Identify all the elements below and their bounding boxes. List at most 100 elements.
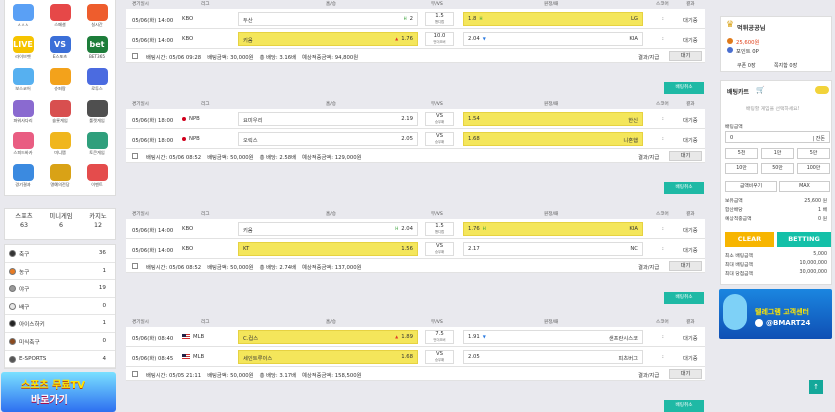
draw-cell[interactable]: 1.5 핸디캡 xyxy=(425,222,454,236)
menu-baccarat[interactable]: 스피드바카 xyxy=(9,131,37,159)
reset-amount-button[interactable]: 금액비우기 xyxy=(725,181,777,192)
wait-button[interactable]: 대기 xyxy=(669,51,702,61)
superpang-icon xyxy=(49,68,71,85)
clear-button[interactable]: CLEAR xyxy=(725,232,774,247)
away-odds-cell[interactable]: 2.05 피츠버그 xyxy=(463,350,643,364)
quick-amount-button[interactable]: 5만 xyxy=(797,148,830,159)
select-checkbox[interactable] xyxy=(132,153,138,159)
match-time: 05/06(화) 14:00 xyxy=(132,248,174,254)
menu-trophy[interactable]: 명예의전당 xyxy=(46,163,74,191)
home-odds-cell[interactable]: 세인트루이스 1.68 xyxy=(238,350,418,364)
home-odds-cell[interactable]: 키움 H 2.04 xyxy=(238,222,418,236)
select-checkbox[interactable] xyxy=(132,263,138,269)
sport-item[interactable]: E-SPORTS 4 xyxy=(5,351,115,369)
sport-item[interactable]: 농구 1 xyxy=(5,263,115,281)
home-team: 두산 xyxy=(243,18,253,24)
home-odds-cell[interactable]: 키움 ▲ 1.76 xyxy=(238,32,418,46)
away-odds-cell[interactable]: 1.76 H KIA xyxy=(463,222,643,236)
away-odds: 1.76 H xyxy=(468,226,486,232)
cancel-bet-button[interactable]: 배팅취소 xyxy=(664,82,704,94)
amount-input[interactable]: 0 | 잔돈 xyxy=(725,131,830,143)
sport-ball-icon xyxy=(9,302,16,310)
wait-button[interactable]: 대기 xyxy=(669,369,702,379)
max-button[interactable]: MAX xyxy=(779,181,830,192)
away-odds-cell[interactable]: 1.54 한신 xyxy=(463,112,643,126)
sport-item[interactable]: 아이스하키 1 xyxy=(5,315,115,333)
header-league: 리그 xyxy=(201,320,210,325)
draw-cell[interactable]: 1.5 핸디캡 xyxy=(425,12,454,26)
menu-special[interactable]: 스페셜 xyxy=(46,3,74,31)
draw-value: 1.5 xyxy=(435,13,444,19)
menu-minimap[interactable]: 미니맵 xyxy=(46,131,74,159)
summary-time: 배팅시간: 05/05 21:11 xyxy=(146,373,202,379)
menu-search[interactable]: 경기결과 xyxy=(9,163,37,191)
draw-value: VS xyxy=(436,113,443,119)
draw-cell[interactable]: 10.0 언더오버 xyxy=(425,32,454,46)
point-icon xyxy=(727,47,733,53)
menu-slot[interactable]: 슬롯게임 xyxy=(46,99,74,127)
menu-esports[interactable]: VS E스포츠 xyxy=(46,35,74,63)
sport-item[interactable]: 미식축구 0 xyxy=(5,333,115,351)
draw-cell[interactable]: VS 승무패 xyxy=(425,242,454,256)
select-checkbox[interactable] xyxy=(132,53,138,59)
scroll-top-button[interactable]: ↑ xyxy=(809,380,823,394)
home-odds-cell[interactable]: KT 1.56 xyxy=(238,242,418,256)
menu-roulette[interactable]: 룰렛게임 xyxy=(83,99,111,127)
wait-button[interactable]: 대기 xyxy=(669,261,702,271)
category-tab[interactable]: 미니게임 6 xyxy=(46,212,76,230)
cancel-bet-button[interactable]: 배팅취소 xyxy=(664,292,704,304)
draw-cell[interactable]: VS 승무패 xyxy=(425,132,454,146)
away-odds-cell[interactable]: 1.8 H LG xyxy=(463,12,643,26)
free-tv-banner[interactable]: 스포츠 무료TV 바로가기 xyxy=(1,372,116,412)
sport-item[interactable]: 배구 0 xyxy=(5,298,115,316)
category-tab[interactable]: 카지노 12 xyxy=(83,212,113,230)
quick-amount-button[interactable]: 5천 xyxy=(725,148,758,159)
menu-superpang[interactable]: 슈퍼팡 xyxy=(46,67,74,95)
summary-result: 결과/지급 xyxy=(638,155,660,161)
table-row: 05/06(화) 18:00 NPB 오릭스 2.05 VS 승무패 1.68 니혼햄: 대기중 xyxy=(126,129,705,149)
menu-bet365[interactable]: bet BET365 xyxy=(83,35,111,63)
sport-item[interactable]: 야구 19 xyxy=(5,280,115,298)
quick-amount-button[interactable]: 10만 xyxy=(725,163,758,174)
draw-cell[interactable]: VS 승무패 xyxy=(425,350,454,364)
home-odds-cell[interactable]: 두산 H 2 xyxy=(238,12,418,26)
coupon-link[interactable]: 쿠폰 0장 xyxy=(737,62,756,69)
menu-bosscore[interactable]: 보스코어 xyxy=(9,67,37,95)
menu-live[interactable]: 실시간 xyxy=(83,3,111,31)
draw-cell[interactable]: VS 승무패 xyxy=(425,112,454,126)
draw-cell[interactable]: 7.5 언더오버 xyxy=(425,330,454,344)
odds-mark-icon: H xyxy=(479,16,483,21)
header-league: 리그 xyxy=(201,102,210,107)
away-odds-cell[interactable]: 2.17 NC xyxy=(463,242,643,256)
betting-button[interactable]: BETTING xyxy=(777,232,831,247)
wait-button[interactable]: 대기 xyxy=(669,151,702,161)
away-odds-cell[interactable]: 1.68 니혼햄 xyxy=(463,132,643,146)
category-tab[interactable]: 스포츠 63 xyxy=(9,212,39,230)
limit-value: 30,000,000 xyxy=(799,270,827,275)
away-odds-cell[interactable]: 2.04 ▼ KIA xyxy=(463,32,643,46)
cancel-bet-button[interactable]: 배팅취소 xyxy=(664,400,704,412)
select-checkbox[interactable] xyxy=(132,371,138,377)
menu-sports[interactable]: ㅅㅅㅅ xyxy=(9,3,37,31)
menu-lotus[interactable]: 로투스 xyxy=(83,67,111,95)
quick-amount-button[interactable]: 1만 xyxy=(761,148,794,159)
home-odds-cell[interactable]: 오릭스 2.05 xyxy=(238,132,418,146)
home-odds-cell[interactable]: C.컵스 ▲ 1.89 xyxy=(238,330,418,344)
menu-ladder[interactable]: 파워사다리 xyxy=(9,99,37,127)
telegram-banner[interactable]: 텔레그램 고객센터 @BMART24 xyxy=(719,289,832,339)
menu-token[interactable]: 토큰게임 xyxy=(83,131,111,159)
menu-gift[interactable]: 이벤트 xyxy=(83,163,111,191)
sport-ball-icon xyxy=(9,285,16,293)
away-odds-cell[interactable]: 1.91 ▼ 샌프란시스코 xyxy=(463,330,643,344)
quick-amount-button[interactable]: 50만 xyxy=(761,163,794,174)
menu-live-bet[interactable]: LIVE 라이브벳 xyxy=(9,35,37,63)
cart-title: 배팅카트 xyxy=(727,89,750,96)
quick-amount-button[interactable]: 100만 xyxy=(797,163,830,174)
category-counts: 스포츠 63 미니게임 6 카지노 12 xyxy=(4,208,116,240)
sport-item[interactable]: 축구 36 xyxy=(5,245,115,263)
odds-mark-icon: ▼ xyxy=(482,334,486,339)
message-link[interactable]: 쪽지함 0장 xyxy=(774,62,797,69)
cancel-bet-button[interactable]: 배팅취소 xyxy=(664,182,704,194)
home-odds-cell[interactable]: 요미우리 2.19 xyxy=(238,112,418,126)
cart-toggle[interactable] xyxy=(815,86,829,94)
